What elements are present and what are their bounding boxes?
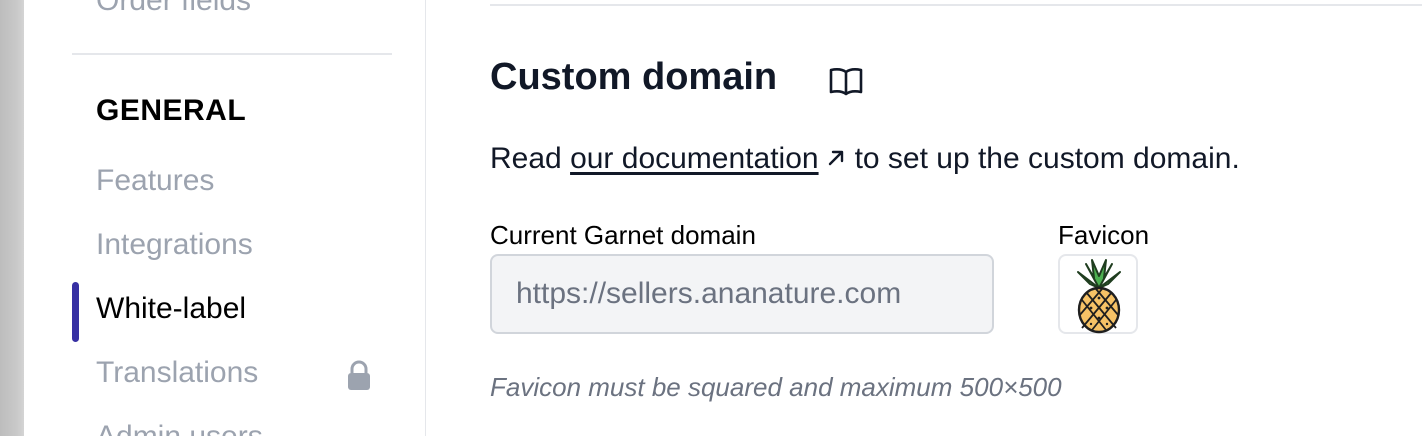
sidebar-item-admin-users[interactable]: Admin users: [96, 420, 263, 436]
page-title: Custom domain: [490, 56, 778, 98]
book-icon[interactable]: [828, 66, 864, 96]
favicon-hint: Favicon must be squared and maximum 500×…: [490, 372, 1062, 402]
window-edge: [0, 0, 24, 436]
sidebar: Order fields GENERAL Features Integratio…: [24, 0, 426, 436]
active-indicator: [72, 282, 79, 342]
documentation-text: Read our documentation to set up the cust…: [490, 142, 1240, 176]
sidebar-divider: [72, 53, 392, 55]
section-divider: [490, 4, 1422, 6]
doc-suffix: to set up the custom domain.: [854, 142, 1240, 175]
lock-icon: [346, 360, 372, 392]
favicon-upload[interactable]: [1058, 254, 1138, 334]
favicon-label: Favicon: [1058, 220, 1150, 250]
pineapple-icon: [1077, 259, 1121, 334]
documentation-link[interactable]: our documentation: [570, 142, 819, 175]
sidebar-section-title: GENERAL: [96, 94, 247, 127]
app-root: Order fields GENERAL Features Integratio…: [0, 0, 1422, 436]
domain-label: Current Garnet domain: [490, 220, 756, 250]
external-link-icon[interactable]: [825, 143, 847, 166]
sidebar-item-translations[interactable]: Translations: [96, 356, 258, 390]
sidebar-item-order-fields[interactable]: Order fields: [96, 0, 251, 18]
sidebar-item-features[interactable]: Features: [96, 164, 214, 198]
sidebar-item-white-label[interactable]: White-label: [96, 292, 246, 326]
domain-input[interactable]: [490, 254, 994, 334]
doc-prefix: Read: [490, 142, 571, 175]
sidebar-item-integrations[interactable]: Integrations: [96, 228, 253, 262]
